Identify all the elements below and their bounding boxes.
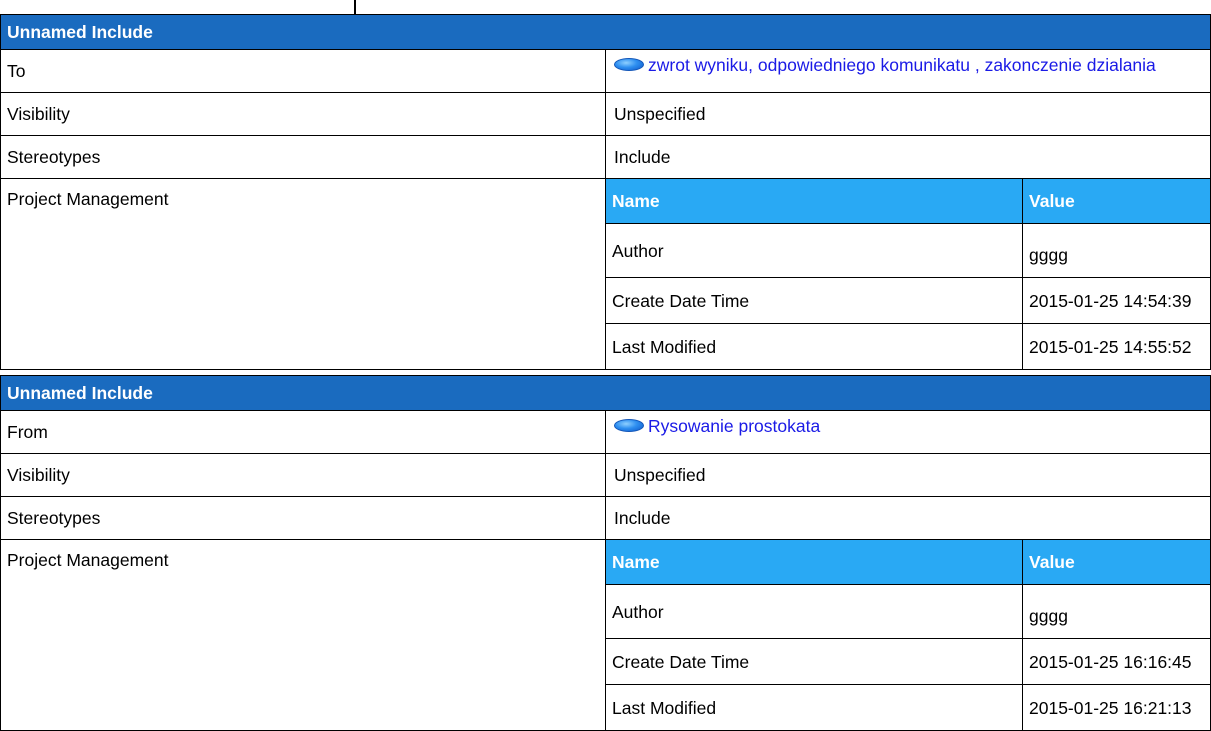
visibility-value: Unspecified bbox=[605, 92, 1211, 136]
tag-name: Last Modified bbox=[606, 323, 1023, 369]
table-row: Last Modified 2015-01-25 14:55:52 bbox=[606, 323, 1210, 369]
tag-value: 2015-01-25 14:55:52 bbox=[1022, 323, 1210, 369]
include-title: Unnamed Include bbox=[0, 375, 1211, 411]
project-management-row: Project Management Name Value Author ggg… bbox=[0, 178, 1211, 370]
target-link[interactable]: zwrot wyniku, odpowiedniego komunikatu ,… bbox=[614, 55, 1156, 75]
tag-value: 2015-01-25 14:54:39 bbox=[1022, 277, 1210, 324]
use-case-ellipse-icon bbox=[614, 419, 644, 433]
source-cell: Rysowanie prostokata bbox=[605, 410, 1211, 454]
target-label: To bbox=[0, 49, 606, 93]
tagged-values-table: Name Value Author gggg Create Date Time … bbox=[606, 179, 1210, 369]
table-row: Create Date Time 2015-01-25 14:54:39 bbox=[606, 277, 1210, 324]
visibility-row: Visibility Unspecified bbox=[0, 453, 1211, 497]
tags-header-value: Value bbox=[1022, 540, 1210, 585]
table-row: Author gggg bbox=[606, 584, 1210, 639]
stereotypes-row: Stereotypes Include bbox=[0, 496, 1211, 540]
tag-name: Create Date Time bbox=[606, 638, 1023, 685]
target-cell: zwrot wyniku, odpowiedniego komunikatu ,… bbox=[605, 49, 1211, 93]
project-management-row: Project Management Name Value Author ggg… bbox=[0, 539, 1211, 731]
tags-header-name: Name bbox=[606, 540, 1023, 585]
stereotypes-value: Include bbox=[605, 135, 1211, 179]
project-management-cell: Name Value Author gggg Create Date Time … bbox=[605, 178, 1211, 370]
table-row: Create Date Time 2015-01-25 16:16:45 bbox=[606, 638, 1210, 685]
visibility-label: Visibility bbox=[0, 453, 606, 497]
tags-header-name: Name bbox=[606, 179, 1023, 224]
table-row: Last Modified 2015-01-25 16:21:13 bbox=[606, 684, 1210, 730]
include-table: Unnamed Include From Rysowanie prostokat… bbox=[0, 375, 1211, 731]
column-divider bbox=[354, 0, 356, 14]
visibility-label: Visibility bbox=[0, 92, 606, 136]
project-management-label: Project Management bbox=[0, 539, 606, 731]
tag-value: 2015-01-25 16:21:13 bbox=[1022, 684, 1210, 730]
tagged-values-table: Name Value Author gggg Create Date Time … bbox=[606, 540, 1210, 730]
table-row: Author gggg bbox=[606, 223, 1210, 278]
visibility-value: Unspecified bbox=[605, 453, 1211, 497]
page-top-edge bbox=[0, 0, 1211, 14]
stereotypes-row: Stereotypes Include bbox=[0, 135, 1211, 179]
tag-value: gggg bbox=[1022, 584, 1210, 639]
include-title: Unnamed Include bbox=[0, 14, 1211, 50]
stereotypes-value: Include bbox=[605, 496, 1211, 540]
include-header-row: Unnamed Include bbox=[0, 14, 1211, 50]
project-management-label: Project Management bbox=[0, 178, 606, 370]
tag-name: Author bbox=[606, 223, 1023, 278]
visibility-row: Visibility Unspecified bbox=[0, 92, 1211, 136]
tag-name: Create Date Time bbox=[606, 277, 1023, 324]
source-row: From Rysowanie prostokata bbox=[0, 410, 1211, 454]
project-management-cell: Name Value Author gggg Create Date Time … bbox=[605, 539, 1211, 731]
target-row: To zwrot wyniku, odpowiedniego komunikat… bbox=[0, 49, 1211, 93]
source-link-text[interactable]: Rysowanie prostokata bbox=[648, 416, 820, 436]
include-table: Unnamed Include To zwrot wyniku, odpowie… bbox=[0, 14, 1211, 370]
stereotypes-label: Stereotypes bbox=[0, 135, 606, 179]
tag-value: gggg bbox=[1022, 223, 1210, 278]
source-link[interactable]: Rysowanie prostokata bbox=[614, 416, 820, 436]
tag-name: Last Modified bbox=[606, 684, 1023, 730]
tags-header-row: Name Value bbox=[606, 540, 1210, 585]
tag-value: 2015-01-25 16:16:45 bbox=[1022, 638, 1210, 685]
source-label: From bbox=[0, 410, 606, 454]
tags-header-row: Name Value bbox=[606, 179, 1210, 224]
use-case-ellipse-icon bbox=[614, 58, 644, 72]
tag-name: Author bbox=[606, 584, 1023, 639]
stereotypes-label: Stereotypes bbox=[0, 496, 606, 540]
tags-header-value: Value bbox=[1022, 179, 1210, 224]
target-link-text[interactable]: zwrot wyniku, odpowiedniego komunikatu ,… bbox=[648, 55, 1156, 75]
include-header-row: Unnamed Include bbox=[0, 375, 1211, 411]
